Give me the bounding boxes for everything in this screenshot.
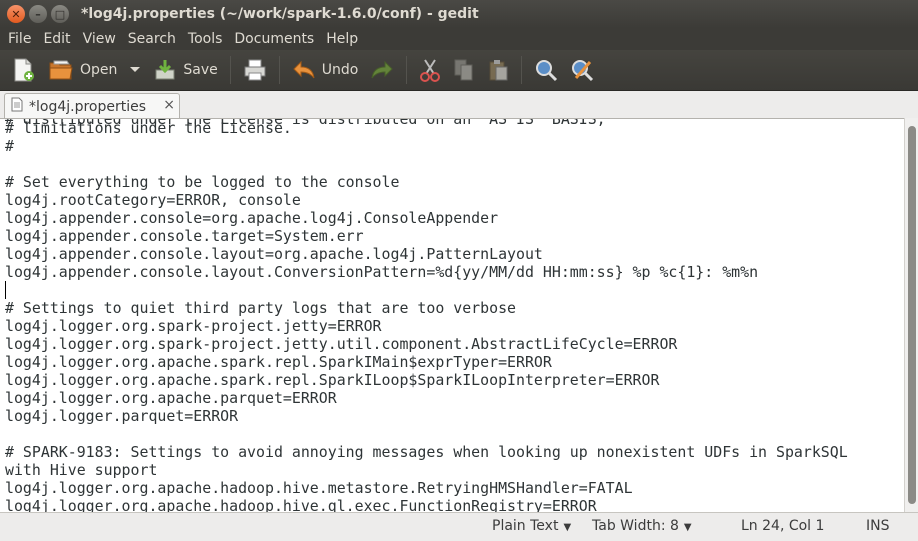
open-button-label: Open: [80, 62, 118, 78]
chevron-down-icon: [129, 66, 141, 74]
menu-search[interactable]: Search: [122, 31, 182, 47]
copy-icon: [453, 58, 475, 82]
code-line: log4j.logger.parquet=ERROR: [5, 407, 239, 425]
save-icon: [153, 58, 177, 82]
code-line: with Hive support: [5, 461, 158, 479]
printer-icon: [243, 58, 267, 82]
menu-documents[interactable]: Documents: [228, 31, 320, 47]
close-window-button[interactable]: ✕: [7, 5, 25, 23]
code-line: log4j.appender.console.target=System.err: [5, 227, 364, 245]
menu-tools[interactable]: Tools: [182, 31, 229, 47]
language-selector[interactable]: Plain Text ▼: [492, 518, 571, 534]
code-line: log4j.logger.org.spark-project.jetty=ERR…: [5, 317, 382, 335]
close-tab-icon[interactable]: ×: [163, 97, 175, 113]
clipboard-icon: [487, 58, 509, 82]
window-title: *log4j.properties (~/work/spark-1.6.0/co…: [81, 6, 479, 22]
window-controls: ✕ – □: [7, 5, 69, 23]
menu-edit[interactable]: Edit: [37, 31, 76, 47]
cut-button[interactable]: [413, 53, 447, 87]
paste-button[interactable]: [481, 53, 515, 87]
redo-icon: [370, 59, 394, 81]
menu-file[interactable]: File: [2, 31, 37, 47]
undo-button[interactable]: Undo: [286, 53, 365, 87]
document-icon: [11, 97, 23, 116]
language-label: Plain Text: [492, 518, 559, 534]
toolbar: Open Save Undo: [0, 50, 918, 90]
text-cursor: [5, 281, 6, 299]
save-button-label: Save: [183, 62, 218, 78]
code-line: log4j.logger.org.apache.parquet=ERROR: [5, 389, 337, 407]
tab-width-selector[interactable]: Tab Width: 8 ▼: [592, 518, 692, 534]
scissors-icon: [419, 58, 441, 82]
find-replace-button[interactable]: [564, 53, 600, 87]
new-document-icon: [12, 57, 36, 83]
code-line: # Set everything to be logged to the con…: [5, 173, 400, 191]
menu-help[interactable]: Help: [320, 31, 364, 47]
insert-mode-indicator: INS: [866, 518, 890, 534]
undo-icon: [292, 59, 316, 81]
folder-open-icon: [48, 58, 74, 82]
code-line: log4j.rootCategory=ERROR, console: [5, 191, 301, 209]
code-line: #: [5, 137, 14, 155]
recent-files-dropdown[interactable]: [123, 53, 147, 87]
toolbar-separator: [406, 56, 408, 84]
code-line: log4j.logger.org.apache.spark.repl.Spark…: [5, 371, 660, 389]
menu-view[interactable]: View: [77, 31, 122, 47]
vertical-scrollbar[interactable]: [904, 118, 918, 512]
cursor-position: Ln 24, Col 1: [741, 518, 825, 534]
code-line: # Settings to quiet third party logs tha…: [5, 299, 517, 317]
scrollbar-thumb[interactable]: [908, 126, 916, 504]
chevron-down-icon: ▼: [683, 522, 692, 533]
open-button[interactable]: Open: [42, 53, 123, 87]
toolbar-separator: [278, 56, 280, 84]
status-bar: Plain Text ▼ Tab Width: 8 ▼ Ln 24, Col 1 I…: [0, 512, 918, 541]
code-line: log4j.logger.org.spark-project.jetty.uti…: [5, 335, 678, 353]
find-replace-icon: [570, 58, 594, 82]
copy-button[interactable]: [447, 53, 481, 87]
maximize-window-button[interactable]: □: [51, 5, 69, 23]
toolbar-separator: [521, 56, 523, 84]
tab-label: *log4j.properties: [29, 98, 147, 115]
code-line: # SPARK-9183: Settings to avoid annoying…: [5, 443, 848, 461]
code-line: log4j.appender.console.layout.Conversion…: [5, 263, 759, 281]
minimize-window-button[interactable]: –: [29, 5, 47, 23]
find-button[interactable]: [528, 53, 564, 87]
tab-log4j-properties[interactable]: *log4j.properties ×: [4, 93, 180, 119]
toolbar-separator: [229, 56, 231, 84]
code-line: log4j.logger.org.apache.spark.repl.Spark…: [5, 353, 552, 371]
print-button[interactable]: [237, 53, 273, 87]
search-icon: [534, 58, 558, 82]
editor-lines: # limitations under the License. # # Set e…: [0, 119, 904, 512]
chevron-down-icon: ▼: [563, 522, 572, 533]
code-line: log4j.logger.org.apache.hadoop.hive.ql.e…: [5, 497, 597, 512]
document-tabs: *log4j.properties ×: [0, 90, 918, 119]
code-line: log4j.logger.org.apache.hadoop.hive.meta…: [5, 479, 633, 497]
title-bar: ✕ – □ *log4j.properties (~/work/spark-1.…: [0, 0, 918, 28]
new-document-button[interactable]: [6, 53, 42, 87]
tab-width-label: Tab Width: 8: [592, 518, 679, 534]
undo-button-label: Undo: [321, 62, 359, 78]
redo-button[interactable]: [364, 53, 400, 87]
code-line: log4j.appender.console=org.apache.log4j.…: [5, 209, 499, 227]
save-button[interactable]: Save: [147, 53, 223, 87]
text-editor[interactable]: # distributed under the License is distr…: [0, 118, 904, 512]
menu-bar: File Edit View Search Tools Documents He…: [0, 28, 918, 50]
code-line: # limitations under the License.: [5, 119, 292, 137]
code-line: log4j.appender.console.layout=org.apache…: [5, 245, 543, 263]
